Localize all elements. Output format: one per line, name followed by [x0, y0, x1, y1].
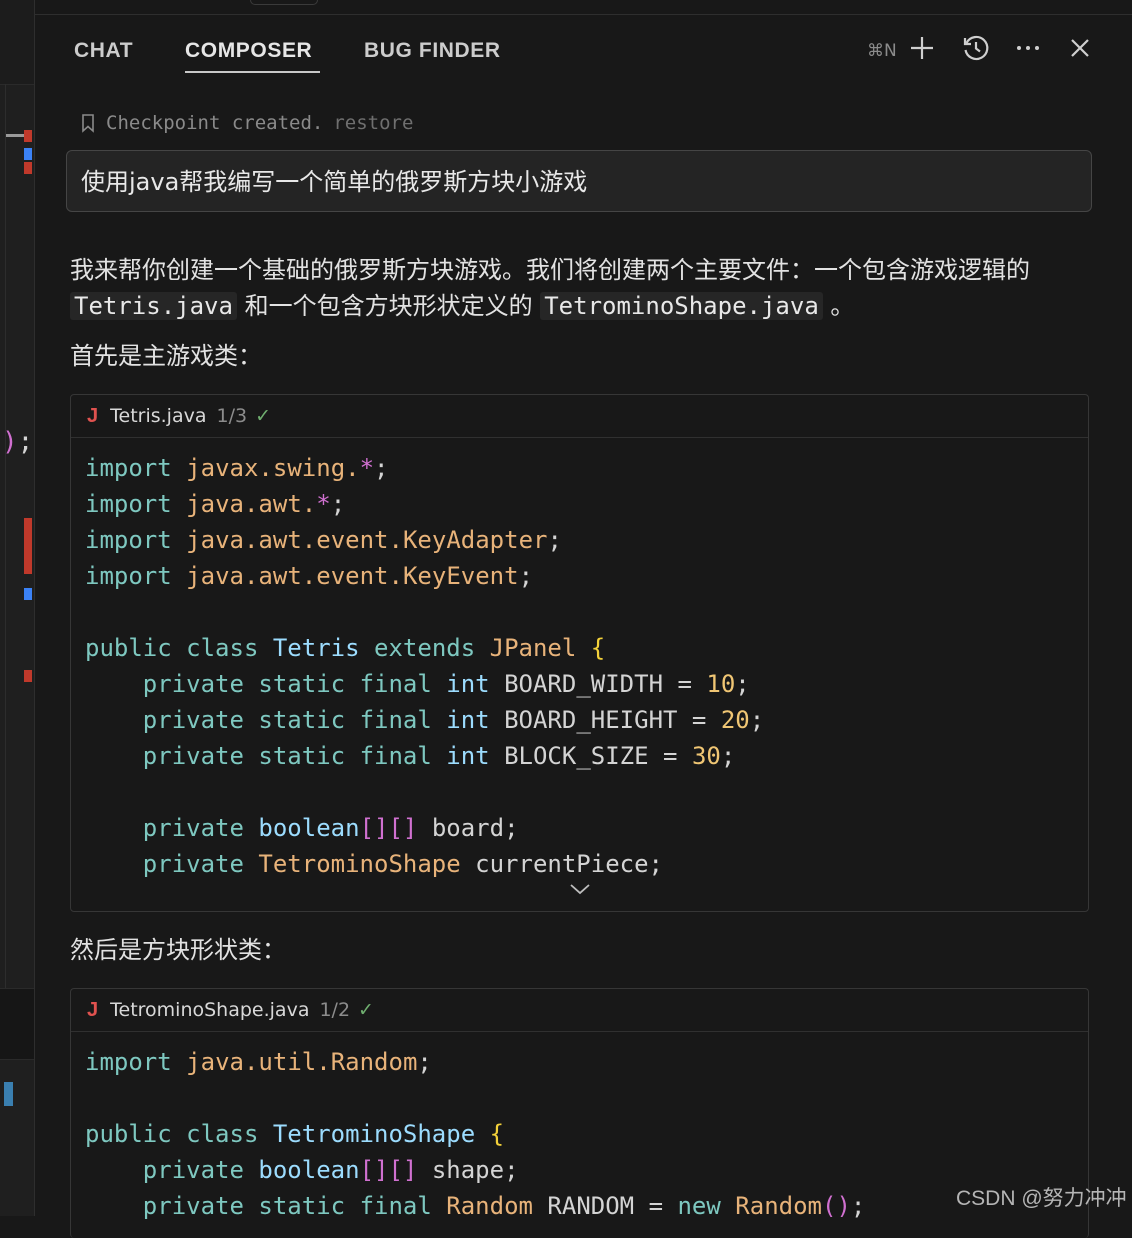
- chevron-down-icon[interactable]: [569, 881, 591, 897]
- inline-code-filename: TetrominoShape.java: [540, 292, 823, 320]
- check-icon: ✓: [255, 405, 271, 427]
- code-block-version: 1/3: [216, 405, 248, 427]
- tab-chat[interactable]: CHAT: [74, 39, 133, 63]
- code-block-tetromino-shape: J TetrominoShape.java 1/2 ✓ import java.…: [70, 988, 1089, 1238]
- restore-link[interactable]: restore: [333, 112, 413, 134]
- checkpoint-text: Checkpoint created.: [106, 112, 324, 134]
- shape-class-heading: 然后是方块形状类：: [70, 936, 286, 964]
- editor-code-fragment: );: [2, 427, 34, 457]
- code-block-body: import javax.swing.*; import java.awt.*; i…: [71, 438, 1088, 882]
- watermark: CSDN @努力冲冲: [956, 1187, 1127, 1210]
- code-block-filename: Tetris.java: [110, 405, 207, 427]
- code-line: private boolean[][] shape;: [142, 1156, 519, 1184]
- java-file-icon: J: [87, 998, 99, 1021]
- gutter-marker: [24, 162, 32, 174]
- assistant-response-intro: 我来帮你创建一个基础的俄罗斯方块游戏。我们将创建两个主要文件：一个包含游戏逻辑的…: [70, 256, 1030, 320]
- gutter-marker: [4, 1082, 13, 1106]
- new-composer-shortcut-hint: ⌘N: [867, 41, 897, 61]
- gutter-marker: [24, 670, 32, 682]
- code-line: public class TetrominoShape {: [85, 1120, 505, 1148]
- code-line: private static final int BOARD_WIDTH = 1…: [142, 670, 750, 698]
- code-block-version: 1/2: [319, 999, 351, 1021]
- composer-header: CHAT COMPOSER BUG FINDER ⌘N: [35, 15, 1132, 87]
- code-line: import javax.swing.*;: [85, 454, 389, 482]
- gutter-marker: [24, 148, 32, 160]
- code-line: private static final int BOARD_HEIGHT = …: [142, 706, 765, 734]
- tab-composer[interactable]: COMPOSER: [185, 39, 312, 63]
- inline-code-filename: Tetris.java: [70, 292, 237, 320]
- code-line: private static final int BLOCK_SIZE = 30…: [142, 742, 736, 770]
- editor-gutter-strip: );: [0, 0, 34, 1216]
- code-block-header[interactable]: J TetrominoShape.java 1/2 ✓: [71, 989, 1088, 1032]
- more-icon[interactable]: [1011, 31, 1045, 65]
- history-icon[interactable]: [959, 31, 993, 65]
- check-icon: ✓: [358, 999, 374, 1021]
- user-prompt-bubble[interactable]: 使用java帮我编写一个简单的俄罗斯方块小游戏: [66, 150, 1092, 212]
- code-line: import java.awt.event.KeyEvent;: [85, 562, 534, 590]
- code-line: import java.awt.*;: [85, 490, 346, 518]
- code-block-tetris: J Tetris.java 1/3 ✓ import javax.swing.*…: [70, 394, 1089, 912]
- code-line: private boolean[][] board;: [142, 814, 519, 842]
- tab-bug-finder[interactable]: BUG FINDER: [364, 39, 501, 63]
- java-file-icon: J: [87, 404, 99, 427]
- active-tab-indicator: [185, 71, 320, 73]
- bookmark-icon: [82, 114, 94, 133]
- checkpoint-notice: Checkpoint created. restore: [80, 110, 413, 136]
- code-block-body: import java.util.Random; public class Te…: [71, 1032, 1088, 1224]
- close-icon[interactable]: [1063, 31, 1097, 65]
- gutter-marker: [24, 518, 32, 574]
- gutter-marker: [24, 130, 32, 142]
- code-block-header[interactable]: J Tetris.java 1/3 ✓: [71, 395, 1088, 438]
- code-line: private TetrominoShape currentPiece;: [142, 850, 663, 878]
- main-class-heading: 首先是主游戏类：: [70, 342, 262, 370]
- code-line: private static final Random RANDOM = new…: [142, 1192, 866, 1220]
- code-line: import java.awt.event.KeyAdapter;: [85, 526, 562, 554]
- code-line: public class Tetris extends JPanel {: [85, 634, 606, 662]
- plus-icon[interactable]: [905, 31, 939, 65]
- gutter-marker: [24, 588, 32, 600]
- code-line: import java.util.Random;: [85, 1048, 432, 1076]
- code-block-filename: TetrominoShape.java: [110, 999, 310, 1021]
